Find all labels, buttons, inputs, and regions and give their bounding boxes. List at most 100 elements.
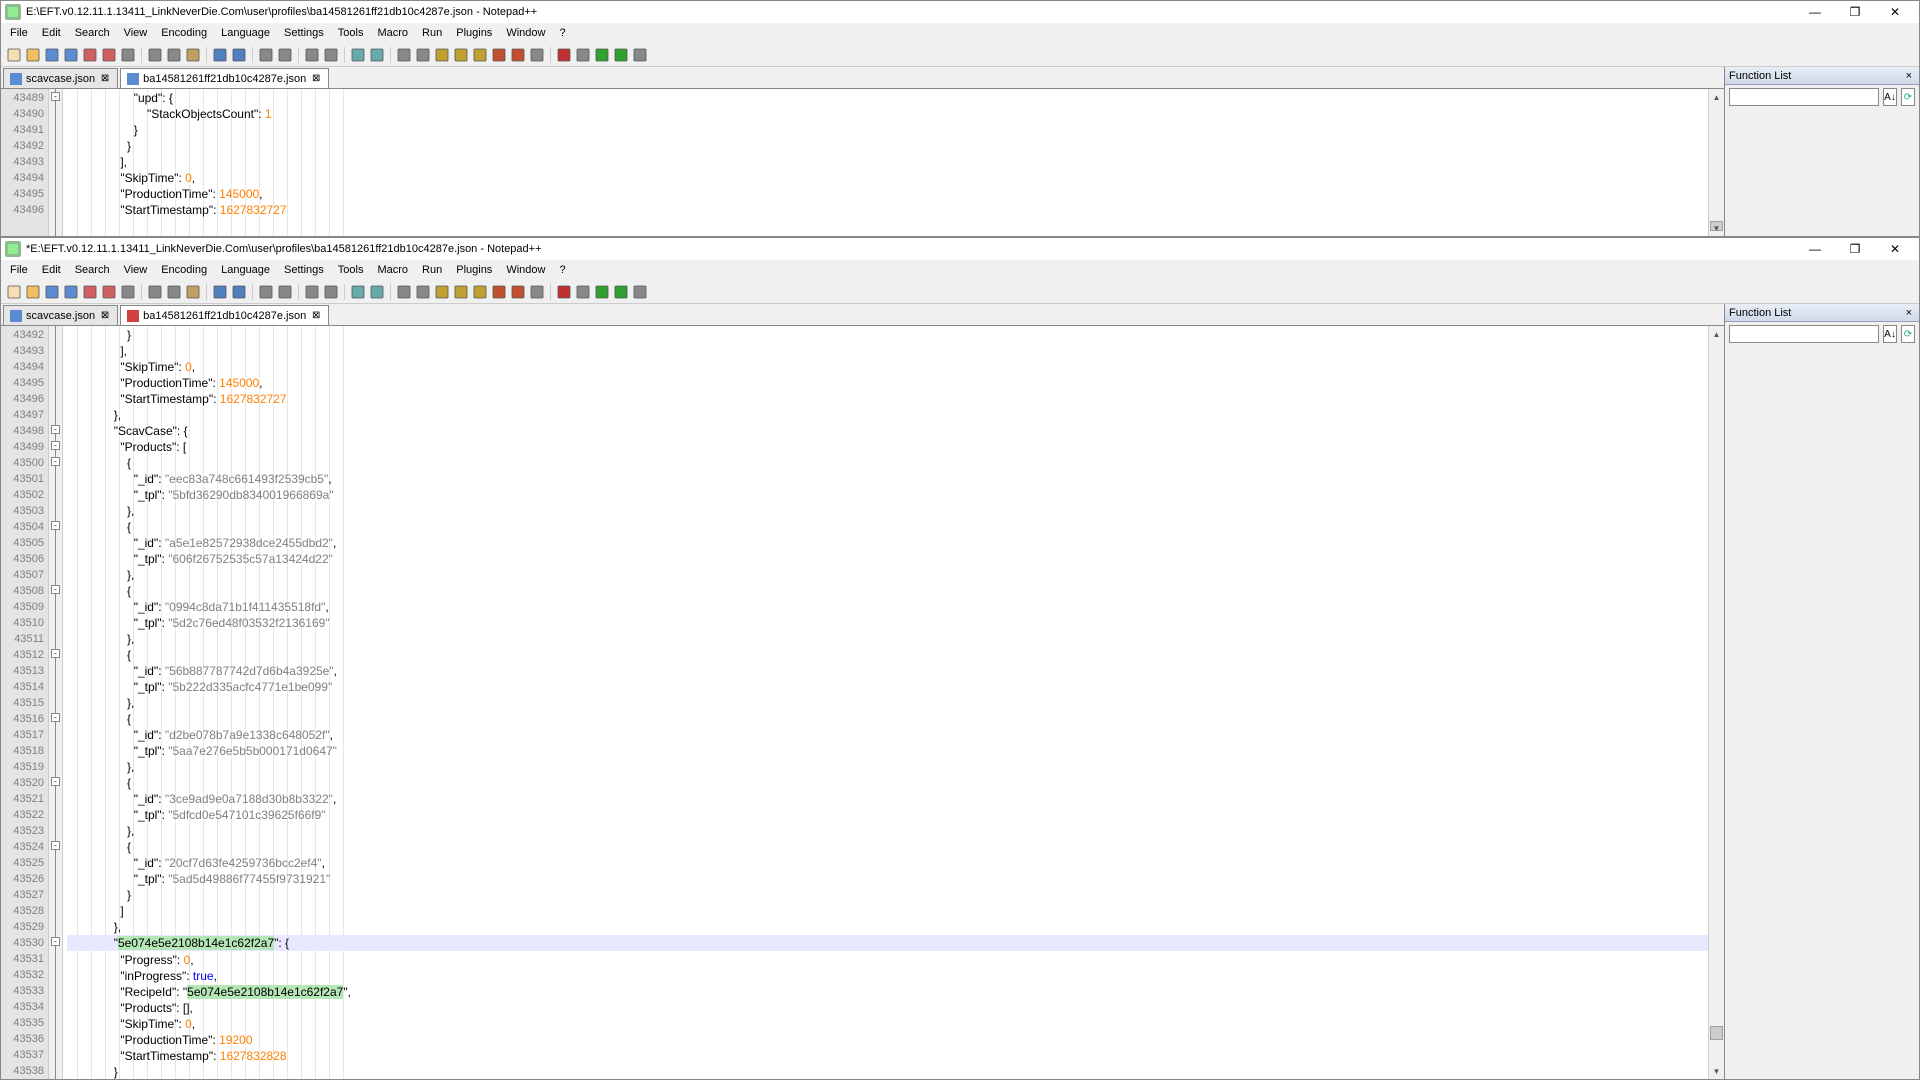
scrollbar-thumb[interactable] bbox=[1710, 1026, 1723, 1040]
find-icon[interactable] bbox=[257, 46, 275, 64]
stop-icon[interactable] bbox=[574, 283, 592, 301]
open-file-icon[interactable] bbox=[24, 46, 42, 64]
fold-toggle[interactable]: - bbox=[51, 92, 60, 101]
menu-run[interactable]: Run bbox=[415, 262, 449, 278]
menu-edit[interactable]: Edit bbox=[35, 262, 68, 278]
tab-profile-json[interactable]: ba14581261ff21db10c4287e.json ⊠ bbox=[120, 305, 329, 325]
maximize-button[interactable]: ❐ bbox=[1835, 2, 1875, 22]
fold-column[interactable]: ---------- bbox=[49, 326, 63, 1079]
menu-settings[interactable]: Settings bbox=[277, 262, 331, 278]
sync-h-icon[interactable] bbox=[368, 283, 386, 301]
menu-edit[interactable]: Edit bbox=[35, 25, 68, 41]
close-all-icon[interactable] bbox=[100, 283, 118, 301]
fold-toggle[interactable]: - bbox=[51, 841, 60, 850]
minimize-button[interactable]: — bbox=[1795, 239, 1835, 259]
menu-tools[interactable]: Tools bbox=[331, 262, 371, 278]
fold-toggle[interactable]: - bbox=[51, 441, 60, 450]
panel-close-icon[interactable]: × bbox=[1903, 70, 1915, 82]
redo-icon[interactable] bbox=[230, 46, 248, 64]
menu-file[interactable]: File bbox=[3, 25, 35, 41]
menu-plugins[interactable]: Plugins bbox=[449, 262, 499, 278]
indent-guide-icon[interactable] bbox=[433, 46, 451, 64]
menu-file[interactable]: File bbox=[3, 262, 35, 278]
wordwrap-icon[interactable] bbox=[395, 46, 413, 64]
all-chars-icon[interactable] bbox=[414, 46, 432, 64]
fold-toggle[interactable]: - bbox=[51, 585, 60, 594]
new-file-icon[interactable] bbox=[5, 46, 23, 64]
sort-icon[interactable]: A↓ bbox=[1883, 88, 1897, 106]
zoom-in-icon[interactable] bbox=[303, 283, 321, 301]
menu-encoding[interactable]: Encoding bbox=[154, 262, 214, 278]
doc-map-icon[interactable] bbox=[490, 283, 508, 301]
folder-tree-icon[interactable] bbox=[471, 283, 489, 301]
menu-view[interactable]: View bbox=[117, 25, 155, 41]
undo-icon[interactable] bbox=[211, 283, 229, 301]
play-icon[interactable] bbox=[593, 46, 611, 64]
doc-map-icon[interactable] bbox=[490, 46, 508, 64]
tab-profile-json[interactable]: ba14581261ff21db10c4287e.json ⊠ bbox=[120, 68, 329, 88]
save-all-icon[interactable] bbox=[62, 283, 80, 301]
monitor-icon[interactable] bbox=[528, 283, 546, 301]
menu-run[interactable]: Run bbox=[415, 25, 449, 41]
paste-icon[interactable] bbox=[184, 283, 202, 301]
menu-settings[interactable]: Settings bbox=[277, 25, 331, 41]
paste-icon[interactable] bbox=[184, 46, 202, 64]
scroll-down-icon[interactable]: ▼ bbox=[1709, 1063, 1724, 1079]
save-all-icon[interactable] bbox=[62, 46, 80, 64]
reload-icon[interactable]: ⟳ bbox=[1901, 325, 1915, 343]
menu-tools[interactable]: Tools bbox=[331, 25, 371, 41]
fold-toggle[interactable]: - bbox=[51, 937, 60, 946]
stop-icon[interactable] bbox=[574, 46, 592, 64]
fold-toggle[interactable]: - bbox=[51, 713, 60, 722]
play-multi-icon[interactable] bbox=[612, 283, 630, 301]
close-window-button[interactable]: ✕ bbox=[1875, 239, 1915, 259]
save-macro-icon[interactable] bbox=[631, 283, 649, 301]
reload-icon[interactable]: ⟳ bbox=[1901, 88, 1915, 106]
zoom-out-icon[interactable] bbox=[322, 283, 340, 301]
folder-tree-icon[interactable] bbox=[471, 46, 489, 64]
menu-view[interactable]: View bbox=[117, 262, 155, 278]
cut-icon[interactable] bbox=[146, 283, 164, 301]
fold-toggle[interactable]: - bbox=[51, 521, 60, 530]
function-search-input[interactable] bbox=[1729, 325, 1879, 343]
save-macro-icon[interactable] bbox=[631, 46, 649, 64]
print-icon[interactable] bbox=[119, 283, 137, 301]
code-editor[interactable]: "upd": { "StackObjectsCount": 1 } } ], "… bbox=[63, 89, 1708, 236]
cut-icon[interactable] bbox=[146, 46, 164, 64]
sync-h-icon[interactable] bbox=[368, 46, 386, 64]
menu-search[interactable]: Search bbox=[68, 262, 117, 278]
tab-close-icon[interactable]: ⊠ bbox=[99, 73, 111, 85]
save-icon[interactable] bbox=[43, 46, 61, 64]
menu-macro[interactable]: Macro bbox=[370, 25, 415, 41]
tab-close-icon[interactable]: ⊠ bbox=[310, 73, 322, 85]
undo-icon[interactable] bbox=[211, 46, 229, 64]
play-icon[interactable] bbox=[593, 283, 611, 301]
function-search-input[interactable] bbox=[1729, 88, 1879, 106]
lang-icon[interactable] bbox=[452, 283, 470, 301]
code-editor[interactable]: } ], "SkipTime": 0, "ProductionTime": 14… bbox=[63, 326, 1708, 1079]
fold-column[interactable]: - bbox=[49, 89, 63, 236]
menu-search[interactable]: Search bbox=[68, 25, 117, 41]
zoom-out-icon[interactable] bbox=[322, 46, 340, 64]
menu-help[interactable]: ? bbox=[552, 262, 572, 278]
save-icon[interactable] bbox=[43, 283, 61, 301]
scroll-up-icon[interactable]: ▲ bbox=[1709, 326, 1724, 342]
panel-close-icon[interactable]: × bbox=[1903, 307, 1915, 319]
copy-icon[interactable] bbox=[165, 46, 183, 64]
tab-close-icon[interactable]: ⊠ bbox=[99, 310, 111, 322]
tab-close-icon[interactable]: ⊠ bbox=[310, 310, 322, 322]
close-window-button[interactable]: ✕ bbox=[1875, 2, 1915, 22]
print-icon[interactable] bbox=[119, 46, 137, 64]
func-list-icon[interactable] bbox=[509, 46, 527, 64]
monitor-icon[interactable] bbox=[528, 46, 546, 64]
wordwrap-icon[interactable] bbox=[395, 283, 413, 301]
menu-language[interactable]: Language bbox=[214, 262, 277, 278]
menu-encoding[interactable]: Encoding bbox=[154, 25, 214, 41]
replace-icon[interactable] bbox=[276, 46, 294, 64]
record-icon[interactable] bbox=[555, 283, 573, 301]
all-chars-icon[interactable] bbox=[414, 283, 432, 301]
minimize-button[interactable]: — bbox=[1795, 2, 1835, 22]
close-icon[interactable] bbox=[81, 46, 99, 64]
open-file-icon[interactable] bbox=[24, 283, 42, 301]
copy-icon[interactable] bbox=[165, 283, 183, 301]
